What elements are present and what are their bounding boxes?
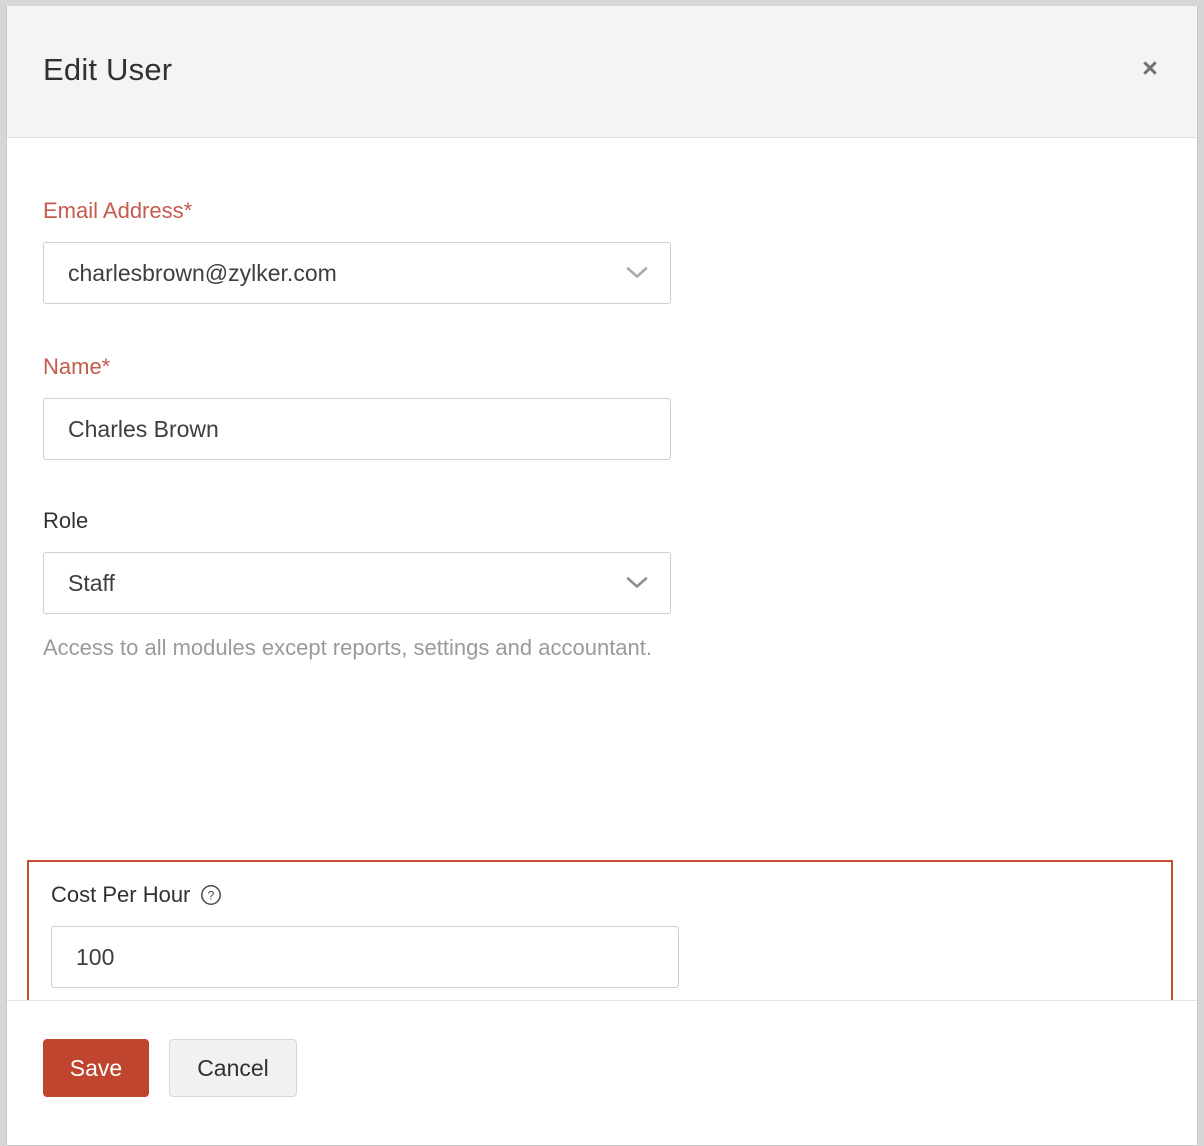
dialog-footer: Save Cancel — [7, 1000, 1197, 1146]
help-circle-icon[interactable]: ? — [200, 884, 222, 906]
edit-user-dialog: Edit User × Email Address* charlesbrown@… — [6, 6, 1198, 1146]
chevron-down-icon[interactable] — [626, 577, 648, 590]
role-help-text: Access to all modules except reports, se… — [43, 628, 671, 668]
dialog-header: Edit User × — [7, 6, 1197, 138]
field-role: Role Staff Access to all modules except … — [43, 510, 671, 668]
name-value: Charles Brown — [44, 416, 219, 443]
field-email-address: Email Address* charlesbrown@zylker.com — [43, 200, 671, 304]
dialog-body: Email Address* charlesbrown@zylker.com N… — [7, 138, 1197, 1000]
role-value: Staff — [44, 570, 115, 597]
name-field[interactable]: Charles Brown — [43, 398, 671, 460]
page-title: Edit User — [43, 52, 172, 88]
email-field[interactable]: charlesbrown@zylker.com — [43, 242, 671, 304]
cost-per-hour-field[interactable]: 100 — [51, 926, 679, 988]
cancel-button[interactable]: Cancel — [169, 1039, 297, 1097]
svg-text:?: ? — [208, 889, 215, 903]
email-value: charlesbrown@zylker.com — [44, 260, 337, 287]
cost-per-hour-label: Cost Per Hour — [51, 884, 190, 906]
cost-per-hour-value: 100 — [52, 944, 114, 971]
role-label: Role — [43, 510, 671, 532]
role-select[interactable]: Staff — [43, 552, 671, 614]
chevron-down-icon[interactable] — [626, 267, 648, 280]
name-label: Name* — [43, 356, 671, 378]
email-label: Email Address* — [43, 200, 671, 222]
field-name: Name* Charles Brown — [43, 356, 671, 460]
cost-per-hour-label-row: Cost Per Hour ? — [51, 884, 1149, 906]
save-button[interactable]: Save — [43, 1039, 149, 1097]
close-icon[interactable]: × — [1133, 51, 1167, 85]
